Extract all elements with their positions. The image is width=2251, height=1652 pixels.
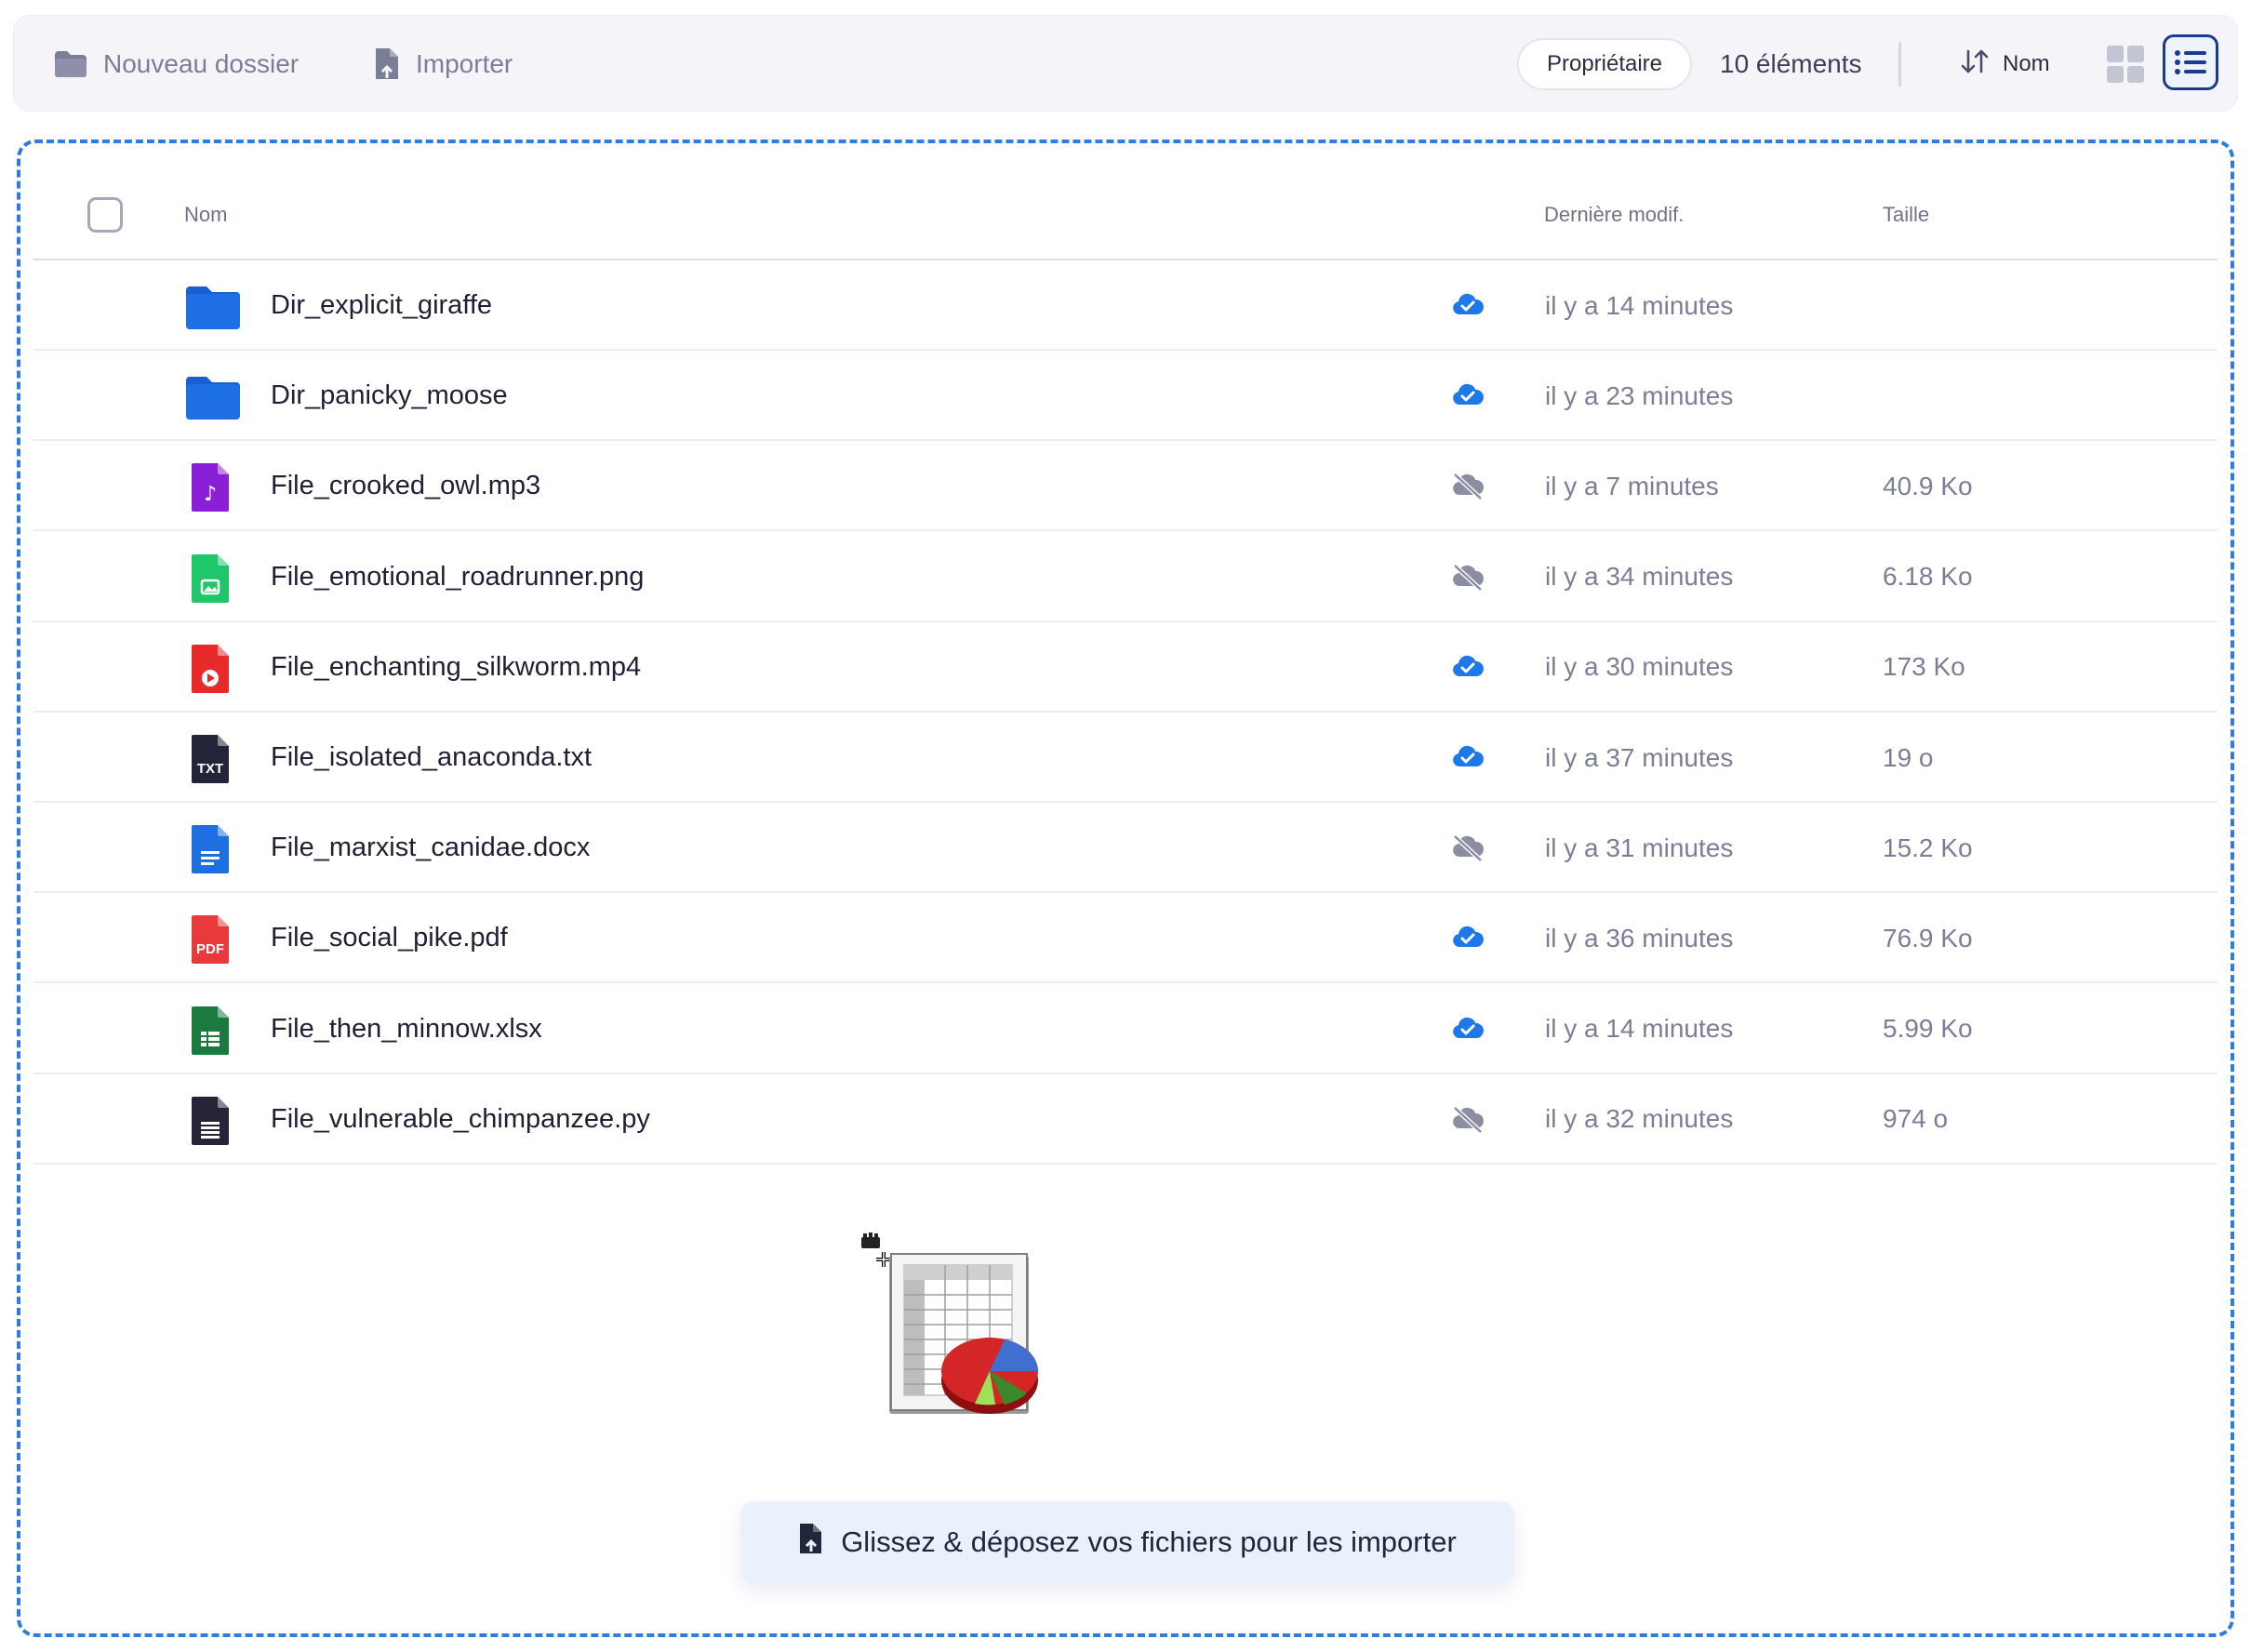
file-name[interactable]: File_marxist_canidae.docx: [271, 803, 590, 893]
modified-date: il y a 30 minutes: [1545, 652, 1734, 682]
file-name[interactable]: File_crooked_owl.mp3: [271, 441, 540, 531]
table-row[interactable]: ♪ File_crooked_owl.mp3 il y a 7 minutes …: [33, 441, 2218, 532]
owner-filter-button[interactable]: Propriétaire: [1517, 38, 1692, 90]
modified-date: il y a 36 minutes: [1545, 923, 1734, 953]
file-size: 19 o: [1883, 742, 1934, 772]
drop-hint: Glissez & déposez vos fichiers pour les …: [740, 1501, 1514, 1583]
table-row[interactable]: File_enchanting_silkworm.mp4 il y a 30 m…: [33, 622, 2218, 713]
table-row[interactable]: File_emotional_roadrunner.png il y a 34 …: [33, 532, 2218, 622]
cloud-synced-icon: [1451, 1014, 1485, 1044]
sort-label: Nom: [2003, 51, 2050, 76]
pdf-file-icon: PDF: [184, 913, 236, 966]
cloud-offline-icon: [1451, 1104, 1485, 1134]
cloud-synced-icon: [1451, 742, 1485, 772]
sort-icon: [1960, 47, 1990, 82]
file-size: 173 Ko: [1883, 652, 1965, 682]
column-header-size[interactable]: Taille: [1883, 203, 1929, 227]
file-size: 40.9 Ko: [1883, 471, 1973, 500]
file-size: 974 o: [1883, 1104, 1949, 1134]
table-row[interactable]: PDF File_social_pike.pdf il y a 36 minut…: [33, 893, 2218, 984]
code-file-icon: [184, 1095, 236, 1147]
upload-file-icon: [798, 1522, 824, 1563]
modified-date: il y a 7 minutes: [1545, 471, 1719, 500]
toolbar-divider: [1898, 42, 1901, 87]
new-folder-label: Nouveau dossier: [103, 49, 300, 78]
table-row[interactable]: File_vulnerable_chimpanzee.py il y a 32 …: [33, 1074, 2218, 1165]
file-name[interactable]: File_vulnerable_chimpanzee.py: [271, 1074, 650, 1165]
video-file-icon: [184, 643, 236, 695]
table-row[interactable]: File_marxist_canidae.docx il y a 31 minu…: [33, 803, 2218, 894]
modified-date: il y a 37 minutes: [1545, 742, 1734, 772]
folder-icon: [184, 281, 240, 333]
select-all-checkbox[interactable]: [87, 197, 123, 233]
cloud-synced-icon: [1451, 923, 1485, 953]
file-name[interactable]: Dir_explicit_giraffe: [271, 260, 492, 351]
list-view-button[interactable]: [2163, 34, 2218, 90]
grid-icon: [2107, 46, 2144, 83]
drag-cursor-icon: [861, 1232, 891, 1267]
list-icon: [2175, 50, 2206, 74]
file-name[interactable]: File_emotional_roadrunner.png: [271, 532, 644, 622]
column-header-name[interactable]: Nom: [184, 203, 227, 227]
owner-filter-label: Propriétaire: [1546, 51, 1663, 76]
file-name[interactable]: File_isolated_anaconda.txt: [271, 713, 592, 803]
document-file-icon: [184, 823, 236, 875]
import-label: Importer: [416, 49, 513, 78]
audio-file-icon: ♪: [184, 461, 236, 513]
file-size: 76.9 Ko: [1883, 923, 1973, 953]
table-row[interactable]: File_then_minnow.xlsx il y a 14 minutes …: [33, 984, 2218, 1074]
svg-text:TXT: TXT: [197, 761, 223, 777]
modified-date: il y a 34 minutes: [1545, 562, 1734, 592]
folder-icon: [184, 371, 240, 423]
sort-button[interactable]: Nom: [1960, 16, 2050, 113]
folder-icon: [53, 49, 88, 79]
file-name[interactable]: File_social_pike.pdf: [271, 893, 508, 983]
svg-text:PDF: PDF: [196, 941, 224, 957]
column-header-modified[interactable]: Dernière modif.: [1544, 203, 1684, 227]
modified-date: il y a 31 minutes: [1545, 833, 1734, 862]
modified-date: il y a 32 minutes: [1545, 1104, 1734, 1134]
file-name[interactable]: Dir_panicky_moose: [271, 351, 508, 441]
item-count: 10 éléments: [1720, 49, 1862, 78]
cloud-offline-icon: [1451, 562, 1485, 592]
file-size: 6.18 Ko: [1883, 562, 1973, 592]
cloud-synced-icon: [1451, 290, 1485, 320]
dragged-file-preview: [856, 1232, 1042, 1418]
new-folder-button[interactable]: Nouveau dossier: [53, 16, 299, 113]
spreadsheet-file-icon: [184, 1005, 236, 1057]
grid-view-button[interactable]: [2105, 44, 2146, 85]
cloud-offline-icon: [1451, 833, 1485, 863]
spreadsheet-chart-drag-icon: [861, 1232, 1038, 1414]
cloud-offline-icon: [1451, 471, 1485, 501]
cloud-synced-icon: [1451, 380, 1485, 410]
drop-hint-label: Glissez & déposez vos fichiers pour les …: [841, 1525, 1457, 1558]
modified-date: il y a 14 minutes: [1545, 1014, 1734, 1044]
table-row[interactable]: Dir_explicit_giraffe il y a 14 minutes: [33, 260, 2218, 351]
modified-date: il y a 14 minutes: [1545, 290, 1734, 320]
import-button[interactable]: Importer: [373, 16, 513, 113]
image-file-icon: [184, 553, 236, 605]
table-row[interactable]: TXT File_isolated_anaconda.txt il y a 37…: [33, 713, 2218, 803]
cloud-synced-icon: [1451, 652, 1485, 682]
svg-text:♪: ♪: [204, 483, 217, 506]
file-name[interactable]: File_then_minnow.xlsx: [271, 984, 542, 1074]
modified-date: il y a 23 minutes: [1545, 380, 1734, 410]
toolbar: Nouveau dossier Importer Propriétaire 10…: [13, 15, 2238, 112]
text-file-icon: TXT: [184, 733, 236, 785]
table-row[interactable]: Dir_panicky_moose il y a 23 minutes: [33, 351, 2218, 442]
upload-file-icon: [373, 47, 401, 82]
file-size: 5.99 Ko: [1883, 1014, 1973, 1044]
file-size: 15.2 Ko: [1883, 833, 1973, 862]
file-name[interactable]: File_enchanting_silkworm.mp4: [271, 622, 641, 713]
